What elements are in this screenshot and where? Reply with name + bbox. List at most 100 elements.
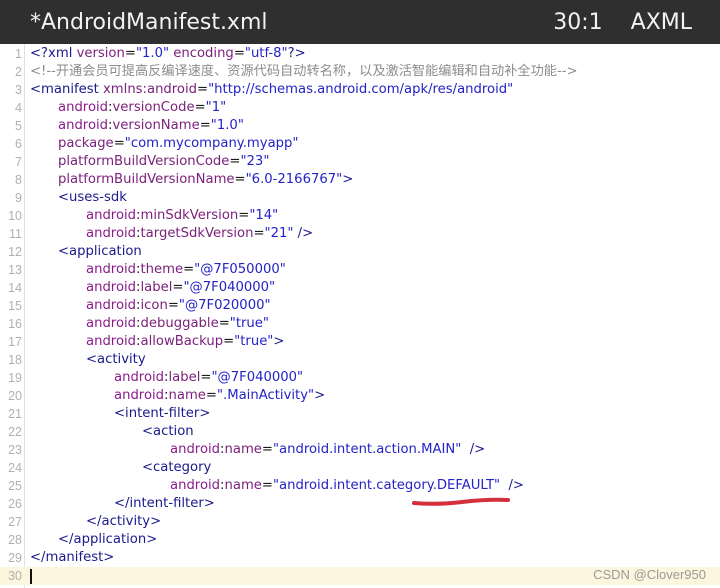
code-token: <activity	[86, 352, 146, 367]
line-number: 8	[15, 173, 22, 187]
code-token: package	[58, 136, 114, 151]
line-number: 12	[8, 245, 22, 259]
line-code: android:icon="@7F020000"	[86, 297, 271, 315]
code-line[interactable]: 29 </manifest>	[0, 549, 720, 567]
code-token: targetSdkVersion	[140, 226, 254, 241]
code-token: >	[273, 334, 285, 349]
line-number: 27	[8, 515, 22, 529]
code-token: =	[233, 46, 245, 61]
line-number: 7	[15, 155, 22, 169]
line-number: 19	[8, 371, 22, 385]
line-code: <category	[142, 459, 211, 477]
code-line[interactable]: 27 </activity>	[0, 513, 720, 531]
code-token: icon	[140, 298, 168, 313]
code-token: <uses-sdk	[58, 190, 127, 205]
code-token: allowBackup	[140, 334, 224, 349]
code-line[interactable]: 26 </intent-filter>	[0, 495, 720, 513]
line-number: 9	[15, 191, 22, 205]
code-line[interactable]: 13 android:theme="@7F050000"	[0, 261, 720, 279]
code-line[interactable]: 11 android:targetSdkVersion="21" />	[0, 225, 720, 243]
code-token: version	[76, 46, 125, 61]
language-mode[interactable]: AXML	[631, 10, 692, 35]
code-token: name	[224, 442, 262, 457]
code-token: "true"	[229, 316, 269, 331]
code-token: =	[172, 280, 184, 295]
line-code: <?xml version="1.0" encoding="utf-8"?>	[30, 45, 306, 63]
code-line[interactable]: 8 platformBuildVersionName="6.0-2166767">	[0, 171, 720, 189]
line-code: </application>	[58, 531, 157, 549]
code-token: android	[86, 226, 137, 241]
code-token: versionCode	[112, 100, 195, 115]
line-number: 11	[9, 227, 22, 241]
line-code: <action	[142, 423, 194, 441]
code-token: android	[58, 100, 109, 115]
line-code: android:label="@7F040000"	[114, 369, 303, 387]
code-line[interactable]: 6 package="com.mycompany.myapp"	[0, 135, 720, 153]
line-number: 15	[8, 299, 22, 313]
code-token: </manifest>	[30, 550, 115, 565]
code-line[interactable]: 16 android:debuggable="true"	[0, 315, 720, 333]
line-code: android:allowBackup="true">	[86, 333, 284, 351]
code-line[interactable]: 9 <uses-sdk	[0, 189, 720, 207]
code-line[interactable]: 17 android:allowBackup="true">	[0, 333, 720, 351]
code-line[interactable]: 23 android:name="android.intent.action.MA…	[0, 441, 720, 459]
code-token: android	[58, 118, 109, 133]
line-code: android:minSdkVersion="14"	[86, 207, 278, 225]
code-line[interactable]: 20 android:name=".MainActivity">	[0, 387, 720, 405]
code-line[interactable]: 21 <intent-filter>	[0, 405, 720, 423]
code-token: >	[314, 388, 326, 403]
line-code: android:targetSdkVersion="21" />	[86, 225, 313, 243]
code-token: =	[183, 262, 195, 277]
code-token: <?xml	[30, 46, 77, 61]
code-token: "@7F050000"	[194, 262, 286, 277]
code-line[interactable]: 25 android:name="android.intent.category.…	[0, 477, 720, 495]
code-token: name	[168, 388, 206, 403]
code-token: android	[170, 442, 221, 457]
line-code: <activity	[86, 351, 146, 369]
code-line[interactable]: 24 <category	[0, 459, 720, 477]
code-line[interactable]: 7 platformBuildVersionCode="23"	[0, 153, 720, 171]
code-line[interactable]: 19 android:label="@7F040000"	[0, 369, 720, 387]
code-token: "1"	[205, 100, 227, 115]
code-line[interactable]: 2 <!--开通会员可提高反编译速度、资源代码自动转名称，以及激活智能编辑和自动补…	[0, 63, 720, 81]
code-editor[interactable]: 1 <?xml version="1.0" encoding="utf-8"?> 2…	[0, 44, 720, 588]
code-line[interactable]: 12 <application	[0, 243, 720, 261]
code-token: =	[194, 100, 206, 115]
line-number: 2	[15, 65, 22, 79]
code-line[interactable]: 1 <?xml version="1.0" encoding="utf-8"?>	[0, 45, 720, 63]
code-line[interactable]: 15 android:icon="@7F020000"	[0, 297, 720, 315]
code-token: />	[293, 226, 314, 241]
text-cursor	[30, 569, 32, 584]
code-token: =	[218, 316, 230, 331]
code-line[interactable]: 22 <action	[0, 423, 720, 441]
code-token: =	[253, 226, 265, 241]
code-token: "true"	[234, 334, 274, 349]
code-token: ".MainActivity"	[216, 388, 315, 403]
code-line[interactable]: 14 android:label="@7F040000"	[0, 279, 720, 297]
code-token: android	[86, 298, 137, 313]
code-token: label	[140, 280, 173, 295]
line-number: 13	[8, 263, 22, 277]
code-token: "21"	[264, 226, 294, 241]
code-token: <manifest	[30, 82, 103, 97]
code-token: name	[224, 478, 262, 493]
line-number: 30	[8, 569, 22, 583]
editor-titlebar: *AndroidManifest.xml 30:1 AXML	[0, 0, 720, 44]
line-code: <application	[58, 243, 142, 261]
code-token: </application>	[58, 532, 158, 547]
code-line[interactable]: 18 <activity	[0, 351, 720, 369]
code-line[interactable]: 4 android:versionCode="1"	[0, 99, 720, 117]
code-line[interactable]: 10 android:minSdkVersion="14"	[0, 207, 720, 225]
code-token: =	[200, 370, 212, 385]
code-line[interactable]: 3 <manifest xmlns:android="http://schemas…	[0, 81, 720, 99]
code-token: =	[261, 478, 273, 493]
code-line[interactable]: 5 android:versionName="1.0"	[0, 117, 720, 135]
code-token: <application	[58, 244, 142, 259]
code-line[interactable]: 28 </application>	[0, 531, 720, 549]
code-token: ?>	[287, 46, 306, 61]
line-code: android:versionName="1.0"	[58, 117, 244, 135]
code-token: =	[113, 136, 125, 151]
watermark: CSDN @Clover950	[593, 567, 706, 582]
code-token: =	[199, 118, 211, 133]
line-number: 16	[8, 317, 22, 331]
